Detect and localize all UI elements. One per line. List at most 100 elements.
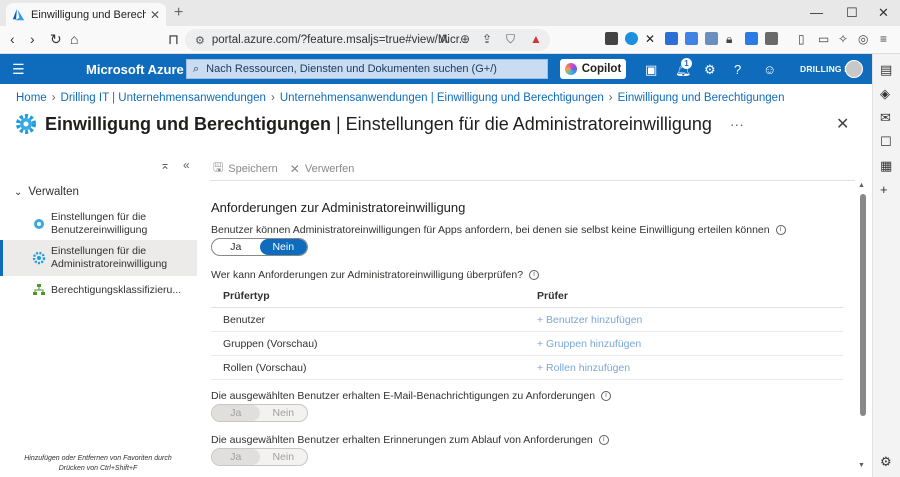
question-email-notifications: Die ausgewählten Benutzer erhalten E-Mai… [211,390,612,402]
sidebar-item-label: Einstellungen für die Benutzereinwilligu… [51,211,148,236]
sidebar-item-admin-consent[interactable]: Einstellungen für die Administratoreinwi… [0,240,197,276]
notification-badge: 1 [681,58,692,69]
info-icon[interactable]: i [601,391,612,402]
add-users-link[interactable]: + Benutzer hinzufügen [537,314,642,326]
url-field[interactable]: ⚙ portal.azure.com/?feature.msaljs=true#… [185,29,550,51]
extension-4-icon[interactable] [665,32,678,45]
brave-shield-icon[interactable]: ⛉ [506,32,515,47]
extension-7-icon[interactable] [765,32,778,45]
site-info-icon[interactable]: ⚙ [195,34,205,47]
sidebar-item-label: Berechtigungsklassifizieru... [51,283,182,296]
sidebar-settings-icon[interactable]: ⚙ [880,454,892,470]
lock-icon[interactable]: 🔒︎ [726,32,732,47]
info-icon[interactable]: i [529,270,540,281]
drop-icon[interactable]: ◈ [880,86,890,102]
portal-menu-icon[interactable]: ☰ [12,61,25,78]
settings-icon[interactable]: ⚙ [704,62,716,78]
extension-3-icon[interactable]: ✕ [645,32,655,46]
new-tab-button[interactable]: + [174,4,183,22]
feedback-icon[interactable]: ☺ [763,62,776,77]
column-header-reviewer: Prüfer [537,290,568,302]
help-icon[interactable]: ? [734,62,741,77]
translate-icon[interactable] [705,32,718,45]
home-icon[interactable]: ⌂ [70,31,78,47]
extension-5-icon[interactable] [685,32,698,45]
page-title: Einwilligung und Berechtigungen | Einste… [45,113,712,134]
nav-group-manage[interactable]: ⌄ Verwalten [14,186,79,198]
copilot-browser-icon[interactable]: ◎ [858,32,868,46]
azure-brand[interactable]: Microsoft Azure [86,62,184,77]
maximize-icon[interactable]: ☐ [846,5,858,21]
close-tab-icon[interactable]: ✕ [150,8,160,22]
toggle-option-no[interactable]: Nein [260,449,308,465]
tab-title: Einwilligung und Berechtigungen [31,8,146,21]
scrollbar-thumb[interactable] [860,194,866,416]
forward-icon[interactable]: › [30,31,35,47]
browser-tab[interactable]: Einwilligung und Berechtigungen ✕ [6,3,166,26]
minimize-icon[interactable]: — [810,5,823,20]
copilot-button[interactable]: Copilot [560,59,626,79]
reload-icon[interactable]: ↻ [50,31,62,48]
azure-logo-icon [12,8,25,21]
pin-icon[interactable]: ⌅ [160,158,170,172]
search-icon: ⌕ [193,62,200,75]
close-blade-icon[interactable]: ✕ [836,114,849,134]
reviewer-type: Benutzer [223,314,266,326]
zoom-icon[interactable]: ⊕ [460,32,470,46]
office-icon[interactable]: ▦ [880,158,892,174]
toggle-option-yes[interactable]: Ja [212,239,260,255]
column-header-type: Prüfertyp [223,290,270,302]
address-bar-row: ‹ › ↻ ⌂ ⊓ ⚙ portal.azure.com/?feature.ms… [0,26,900,54]
content-scrollbar[interactable]: ▲ ▼ [858,182,866,469]
azure-top-bar: ☰ Microsoft Azure ⌕ Nach Ressourcen, Die… [0,54,872,84]
split-screen-icon[interactable]: ▯ [798,32,805,46]
collapse-nav-icon[interactable]: « [183,158,190,172]
breadcrumb-tenant[interactable]: Drilling IT | Unternehmensanwendungen [61,92,266,104]
add-sidebar-icon[interactable]: + [880,182,888,197]
more-options-icon[interactable]: ··· [730,116,744,132]
toggle-option-no[interactable]: Nein [259,239,307,255]
question-request-consent: Benutzer können Administratoreinwilligun… [211,224,786,236]
add-groups-link[interactable]: + Gruppen hinzufügen [537,338,641,350]
add-roles-link[interactable]: + Rollen hinzufügen [537,362,630,374]
scroll-down-icon[interactable]: ▼ [858,462,865,469]
collections-icon[interactable]: ☐ [880,134,892,150]
sidebar-item-permission-classification[interactable]: Berechtigungsklassifizieru... [0,280,197,300]
email-notifications-toggle[interactable]: Ja Nein [211,404,308,422]
user-consent-icon [34,219,44,229]
extension-2-icon[interactable] [625,32,638,45]
discard-button[interactable]: ✕ Verwerfen [290,162,355,176]
avatar[interactable] [845,60,863,78]
reviewer-type: Rollen (Vorschau) [223,362,307,374]
divider [210,180,855,181]
warning-icon[interactable]: ▲ [530,32,542,46]
toggle-option-yes[interactable]: Ja [212,449,260,465]
request-consent-toggle[interactable]: Ja Nein [211,238,308,256]
info-icon[interactable]: i [598,435,609,446]
reading-list-icon[interactable]: ▤ [880,62,892,78]
bookmark-icon[interactable]: ⊓ [168,31,179,48]
breadcrumb-enterprise-apps[interactable]: Unternehmensanwendungen | Einwilligung u… [280,92,604,104]
toggle-option-no[interactable]: Nein [260,405,308,421]
expiry-reminders-toggle[interactable]: Ja Nein [211,448,308,466]
favorites-icon[interactable]: ✧ [838,32,848,46]
breadcrumb-consent[interactable]: Einwilligung und Berechtigungen [618,92,785,104]
scroll-up-icon[interactable]: ▲ [858,182,865,189]
extension-1-icon[interactable] [605,32,618,45]
outlook-icon[interactable]: ✉ [880,110,891,126]
back-icon[interactable]: ‹ [10,31,15,47]
extension-6-icon[interactable] [745,32,758,45]
save-button[interactable]: 🖫 Speichern [213,158,278,179]
sidebar-item-user-consent[interactable]: Einstellungen für die Benutzereinwilligu… [0,209,197,239]
info-icon[interactable]: i [775,225,786,236]
wallet-icon[interactable]: ▭ [818,32,829,46]
read-aloud-icon[interactable]: A [440,32,448,46]
toggle-option-yes[interactable]: Ja [212,405,260,421]
breadcrumb-home[interactable]: Home [16,92,47,104]
settings-menu-icon[interactable]: ≡ [880,32,887,46]
cloud-shell-icon[interactable]: ▣ [645,62,657,78]
share-icon[interactable]: ⇪ [482,32,492,46]
save-icon: 🖫 [213,160,224,174]
global-search-input[interactable]: ⌕ Nach Ressourcen, Diensten und Dokument… [186,59,548,79]
window-close-icon[interactable]: ✕ [878,5,889,21]
